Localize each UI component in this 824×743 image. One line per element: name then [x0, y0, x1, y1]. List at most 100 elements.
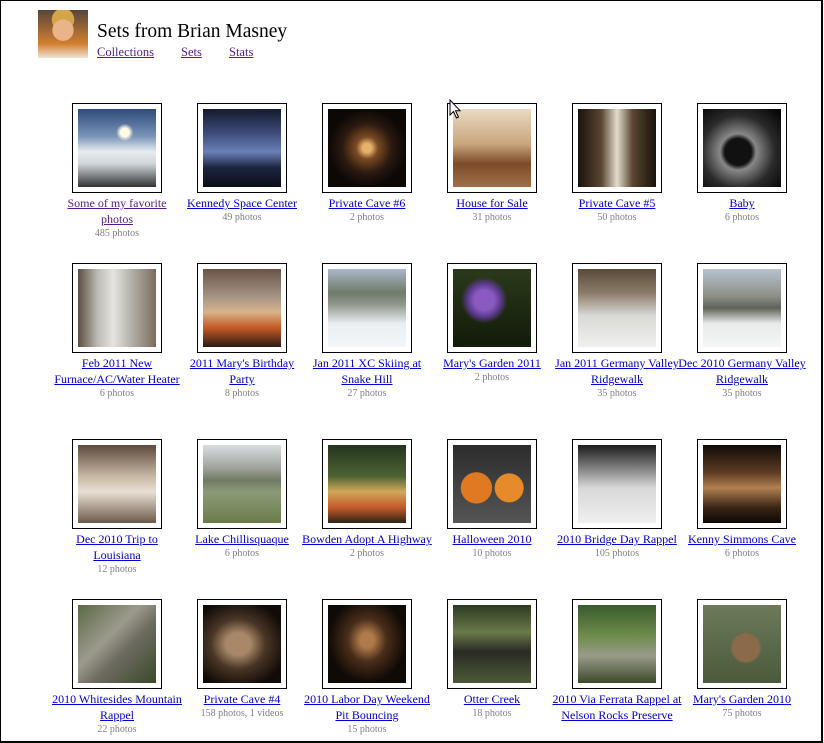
set-photo-count: 105 photos [594, 548, 640, 559]
set-title-link[interactable]: Dec 2010 Germany Valley Ridgewalk [677, 355, 807, 387]
set-title-link[interactable]: Otter Creek [427, 691, 557, 707]
set-photo-count: 2 photos [474, 372, 510, 383]
avatar[interactable] [38, 10, 88, 58]
set-thumbnail[interactable] [572, 599, 662, 689]
thumbnail-image [203, 109, 281, 187]
thumbnail-image [203, 445, 281, 523]
set-thumbnail[interactable] [72, 439, 162, 529]
set-thumbnail[interactable] [197, 599, 287, 689]
set-title-link[interactable]: Baby [677, 195, 807, 211]
set-thumbnail[interactable] [72, 599, 162, 689]
set-title-link[interactable]: Kennedy Space Center [177, 195, 307, 211]
set-title-link[interactable]: 2011 Mary's Birthday Party [177, 355, 307, 387]
set-title-link[interactable]: Dec 2010 Trip to Louisiana [52, 531, 182, 563]
set-thumbnail[interactable] [572, 439, 662, 529]
set-thumbnail[interactable] [697, 439, 787, 529]
page-title: Sets from Brian Masney [97, 21, 288, 42]
thumbnail-image [578, 445, 656, 523]
set-title-link[interactable]: 2010 Labor Day Weekend Pit Bouncing [302, 691, 432, 723]
set-thumbnail[interactable] [72, 263, 162, 353]
set-title-link[interactable]: Jan 2011 XC Skiing at Snake Hill [302, 355, 432, 387]
set-photo-count: 18 photos [472, 708, 512, 719]
set-title-link[interactable]: 2010 Whitesides Mountain Rappel [52, 691, 182, 723]
set-photo-count: 27 photos [347, 388, 387, 399]
set-title-link[interactable]: Kenny Simmons Cave [677, 531, 807, 547]
set-photo-count: 6 photos [724, 548, 760, 559]
thumbnail-image [78, 109, 156, 187]
set-title-link[interactable]: Jan 2011 Germany Valley Ridgewalk [552, 355, 682, 387]
thumbnail-image [703, 605, 781, 683]
thumbnail-image [453, 269, 531, 347]
set-thumbnail[interactable] [447, 263, 537, 353]
set-title-link[interactable]: Some of my favorite photos [52, 195, 182, 227]
set-title-link[interactable]: Private Cave #6 [302, 195, 432, 211]
set-thumbnail[interactable] [322, 599, 412, 689]
set-title-link[interactable]: Feb 2011 New Furnace/AC/Water Heater [52, 355, 182, 387]
set-photo-count: 6 photos [224, 548, 260, 559]
set-photo-count: 35 photos [722, 388, 762, 399]
set-photo-count: 2 photos [349, 548, 385, 559]
set-title-link[interactable]: 2010 Bridge Day Rappel [552, 531, 682, 547]
set-photo-count: 2 photos [349, 212, 385, 223]
set-thumbnail[interactable] [697, 599, 787, 689]
set-photo-count: 6 photos [99, 388, 135, 399]
thumbnail-image [453, 445, 531, 523]
set-photo-count: 49 photos [222, 212, 262, 223]
nav-link-sets[interactable]: Sets [181, 45, 202, 60]
set-photo-count: 75 photos [722, 708, 762, 719]
set-title-link[interactable]: Private Cave #4 [177, 691, 307, 707]
set-title-link[interactable]: Bowden Adopt A Highway [302, 531, 432, 547]
thumbnail-image [328, 445, 406, 523]
set-title-link[interactable]: House for Sale [427, 195, 557, 211]
set-photo-count: 31 photos [472, 212, 512, 223]
thumbnail-image [453, 109, 531, 187]
set-photo-count: 8 photos [224, 388, 260, 399]
set-thumbnail[interactable] [447, 599, 537, 689]
thumbnail-image [703, 445, 781, 523]
mouse-cursor-icon [449, 99, 461, 119]
thumbnail-image [78, 269, 156, 347]
thumbnail-image [578, 109, 656, 187]
thumbnail-image [203, 269, 281, 347]
set-title-link[interactable]: Lake Chillisquaque [177, 531, 307, 547]
set-title-link[interactable]: Mary's Garden 2011 [427, 355, 557, 371]
set-thumbnail[interactable] [322, 263, 412, 353]
thumbnail-image [578, 605, 656, 683]
set-title-link[interactable]: Private Cave #5 [552, 195, 682, 211]
thumbnail-image [328, 109, 406, 187]
set-title-link[interactable]: Halloween 2010 [427, 531, 557, 547]
set-thumbnail[interactable] [697, 103, 787, 193]
set-thumbnail[interactable] [322, 103, 412, 193]
set-title-link[interactable]: Mary's Garden 2010 [677, 691, 807, 707]
thumbnail-image [78, 605, 156, 683]
thumbnail-image [578, 269, 656, 347]
set-photo-count: 10 photos [472, 548, 512, 559]
thumbnail-image [453, 605, 531, 683]
thumbnail-image [203, 605, 281, 683]
set-thumbnail[interactable] [72, 103, 162, 193]
set-photo-count: 22 photos [97, 724, 137, 735]
set-thumbnail[interactable] [197, 439, 287, 529]
set-thumbnail[interactable] [197, 263, 287, 353]
nav-link-stats[interactable]: Stats [229, 45, 253, 60]
set-thumbnail[interactable] [572, 103, 662, 193]
set-photo-count: 6 photos [724, 212, 760, 223]
set-thumbnail[interactable] [697, 263, 787, 353]
thumbnail-image [328, 605, 406, 683]
set-thumbnail[interactable] [322, 439, 412, 529]
nav-link-collections[interactable]: Collections [97, 45, 154, 60]
set-thumbnail[interactable] [197, 103, 287, 193]
set-title-link[interactable]: 2010 Via Ferrata Rappel at Nelson Rocks … [552, 691, 682, 723]
set-thumbnail[interactable] [572, 263, 662, 353]
set-photo-count: 158 photos, 1 videos [200, 708, 284, 719]
set-photo-count: 12 photos [97, 564, 137, 575]
set-photo-count: 50 photos [597, 212, 637, 223]
thumbnail-image [328, 269, 406, 347]
thumbnail-image [78, 445, 156, 523]
set-photo-count: 35 photos [597, 388, 637, 399]
set-photo-count: 485 photos [94, 228, 140, 239]
set-thumbnail[interactable] [447, 439, 537, 529]
thumbnail-image [703, 269, 781, 347]
set-photo-count: 15 photos [347, 724, 387, 735]
thumbnail-image [703, 109, 781, 187]
